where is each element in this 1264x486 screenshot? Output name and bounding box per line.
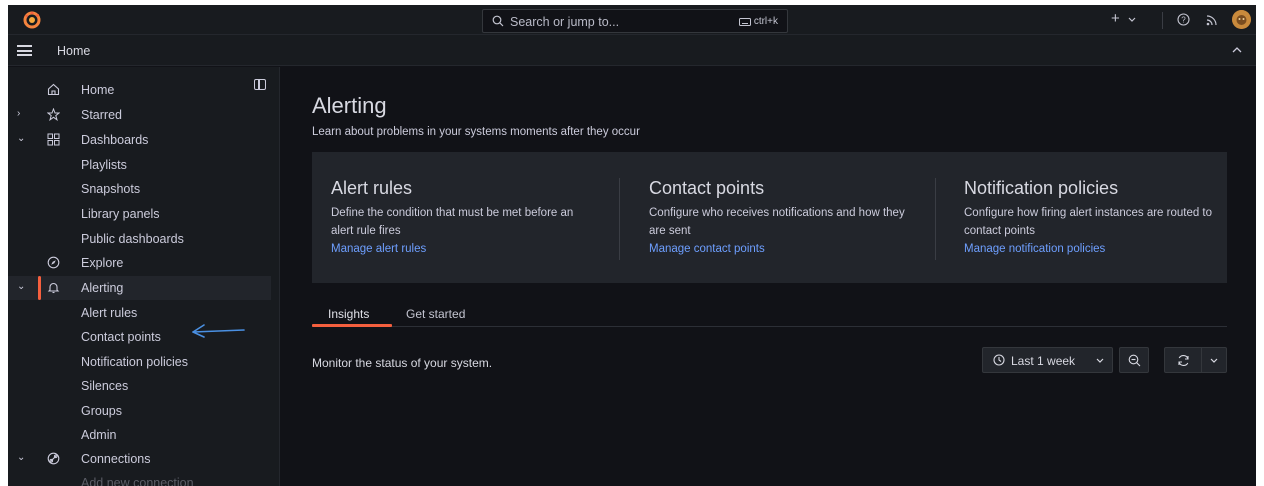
grafana-app: Search or jump to... ctrl+k + ? Home Hom… [8, 5, 1256, 486]
button-divider [1201, 348, 1202, 372]
chevron-down-icon[interactable]: ⌄ [17, 452, 25, 463]
monitor-status-text: Monitor the status of your system. [312, 356, 493, 370]
chevron-down-icon[interactable] [1128, 17, 1136, 23]
card-description: Configure who receives notifications and… [649, 207, 905, 237]
refresh-button[interactable] [1164, 347, 1227, 373]
sidebar-item-label: Snapshots [81, 182, 141, 196]
sidebar-item-library-panels[interactable]: Library panels [8, 202, 271, 226]
sidebar-item-label: Explore [81, 256, 124, 270]
tab-get-started[interactable]: Get started [406, 307, 465, 321]
tab-insights[interactable]: Insights [328, 307, 369, 321]
chevron-down-icon [1096, 358, 1104, 363]
card-title: Notification policies [964, 178, 1119, 198]
active-indicator [38, 276, 41, 300]
overview-cards: Alert rules Define the condition that mu… [312, 152, 1227, 283]
shortcut-text: ctrl+k [753, 16, 778, 27]
manage-alert-rules-link[interactable]: Manage alert rules [331, 243, 426, 255]
sidebar-item-silences[interactable]: Silences [8, 374, 271, 398]
chevron-down-icon[interactable]: ⌄ [17, 281, 25, 292]
sidebar-item-label: Public dashboards [81, 232, 184, 246]
sidebar-item-public-dashboards[interactable]: Public dashboards [8, 227, 271, 251]
page-subtitle: Learn about problems in your systems mom… [312, 126, 640, 138]
sidebar-item-label: Alert rules [81, 306, 138, 320]
keyboard-icon [738, 17, 751, 26]
page-title: Alerting [312, 93, 387, 118]
sidebar-item-dashboards[interactable]: ⌄ Dashboards [8, 128, 271, 152]
annotation-arrow-icon [192, 324, 245, 338]
home-icon [47, 83, 60, 96]
sidebar-item-add-new-connection[interactable]: Add new connection [8, 471, 271, 486]
sidebar-item-label: Add new connection [81, 476, 194, 486]
bell-icon [47, 282, 60, 294]
breadcrumb[interactable]: Home [57, 44, 90, 58]
sidebar: Home › Starred ⌄ Dashboards Playlists Sn… [8, 67, 280, 486]
refresh-icon [1178, 355, 1189, 366]
sidebar-item-label: Silences [81, 379, 129, 393]
sidebar-item-label: Admin [81, 428, 117, 442]
sidebar-item-groups[interactable]: Groups [8, 399, 271, 423]
sidebar-item-home[interactable]: Home [8, 78, 271, 102]
sidebar-item-playlists[interactable]: Playlists [8, 153, 271, 177]
menu-icon[interactable] [17, 45, 32, 56]
svg-text:?: ? [1181, 16, 1186, 25]
sidebar-item-label: Connections [81, 452, 151, 466]
sidebar-item-starred[interactable]: › Starred [8, 103, 271, 127]
zoom-out-icon [1128, 354, 1141, 367]
card-description: Define the condition that must be met be… [331, 207, 574, 237]
card-divider [619, 178, 620, 260]
card-notification-policies: Notification policies Configure how firi… [964, 152, 1224, 283]
avatar[interactable] [1232, 10, 1251, 29]
search-icon [492, 15, 504, 27]
sidebar-item-label: Dashboards [81, 133, 149, 147]
chevron-down-icon[interactable] [1210, 358, 1218, 364]
sidebar-item-label: Groups [81, 404, 122, 418]
top-bar: Search or jump to... ctrl+k + ? [8, 5, 1256, 35]
shortcut-hint: ctrl+k [738, 16, 778, 27]
sidebar-item-notification-policies[interactable]: Notification policies [8, 350, 271, 374]
help-icon[interactable]: ? [1177, 13, 1190, 26]
sidebar-item-label: Home [81, 83, 115, 97]
sidebar-item-label: Playlists [81, 158, 127, 172]
zoom-out-button[interactable] [1119, 347, 1149, 373]
sidebar-item-connections[interactable]: ⌄ Connections [8, 447, 271, 471]
star-icon [47, 108, 60, 121]
card-title: Contact points [649, 178, 765, 198]
sidebar-item-explore[interactable]: Explore [8, 251, 271, 275]
link-icon [47, 452, 60, 465]
sidebar-item-admin[interactable]: Admin [8, 423, 271, 447]
grafana-logo[interactable] [22, 10, 42, 30]
manage-notification-policies-link[interactable]: Manage notification policies [964, 243, 1105, 255]
clock-icon [993, 354, 1005, 366]
news-icon[interactable] [1206, 14, 1218, 26]
sidebar-item-alerting[interactable]: ⌄ Alerting [8, 276, 271, 300]
chevron-up-icon[interactable] [1232, 45, 1242, 55]
time-range-label: Last 1 week [1011, 354, 1076, 368]
card-alert-rules: Alert rules Define the condition that mu… [331, 152, 601, 283]
active-tab-indicator [312, 324, 392, 327]
search-placeholder: Search or jump to... [510, 15, 620, 29]
topbar-divider [1162, 12, 1163, 29]
tab-bar: Insights Get started [312, 301, 1227, 327]
apps-icon [47, 133, 60, 146]
breadcrumb-bar: Home [8, 35, 1256, 66]
sidebar-item-label: Notification policies [81, 355, 188, 369]
chevron-right-icon[interactable]: › [17, 108, 20, 119]
sidebar-item-label: Alerting [81, 281, 124, 295]
search-input[interactable]: Search or jump to... ctrl+k [482, 9, 788, 33]
chevron-down-icon[interactable]: ⌄ [17, 133, 25, 144]
manage-contact-points-link[interactable]: Manage contact points [649, 243, 765, 255]
plus-icon[interactable]: + [1111, 10, 1120, 27]
sidebar-item-alert-rules[interactable]: Alert rules [8, 301, 271, 325]
compass-icon [47, 256, 60, 269]
card-title: Alert rules [331, 178, 413, 198]
sidebar-item-label: Library panels [81, 207, 160, 221]
sidebar-item-label: Starred [81, 108, 122, 122]
sidebar-item-snapshots[interactable]: Snapshots [8, 177, 271, 201]
card-divider [935, 178, 936, 260]
card-contact-points: Contact points Configure who receives no… [649, 152, 919, 283]
time-range-picker[interactable]: Last 1 week [982, 347, 1113, 373]
card-description: Configure how firing alert instances are… [964, 207, 1213, 237]
sidebar-item-label: Contact points [81, 330, 161, 344]
